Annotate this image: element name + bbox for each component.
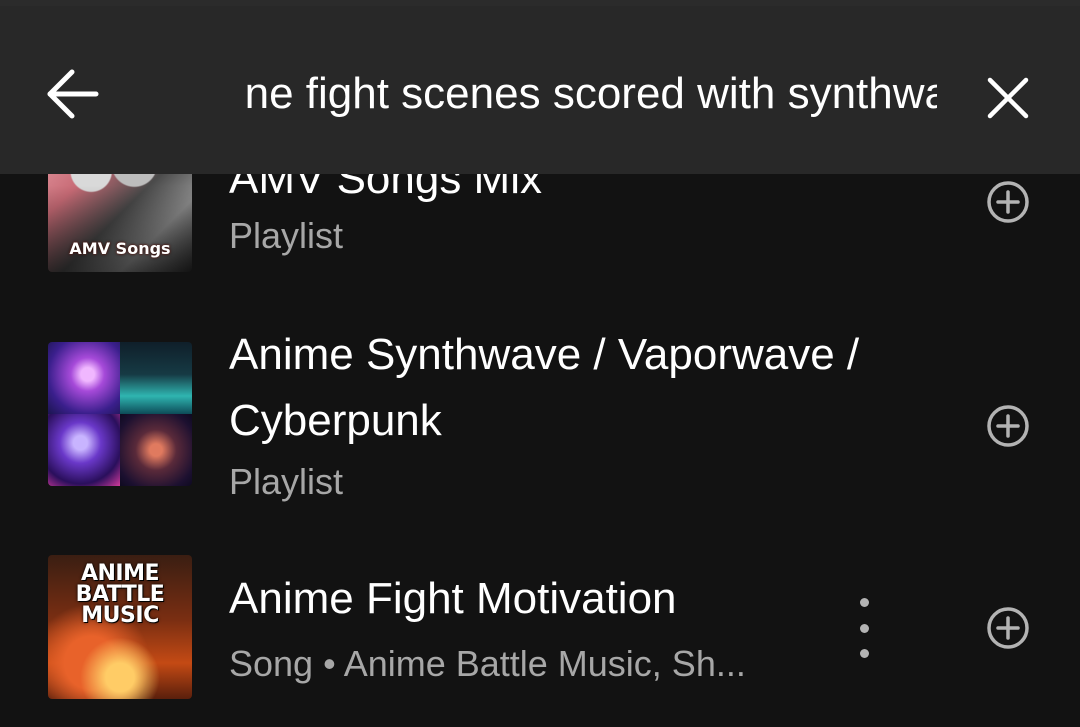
list-item[interactable]: Anime Synthwave / Vaporwave / Cyberpunk …	[0, 300, 1080, 520]
result-title-continued: Cyberpunk	[229, 396, 442, 445]
thumbnail-tile	[120, 414, 192, 486]
result-title: Anime Synthwave / Vaporwave /	[229, 330, 860, 379]
search-query: ne fight scenes scored with synthway	[244, 69, 937, 118]
thumbnail-tile	[48, 342, 120, 414]
thumbnail-tile	[48, 414, 120, 486]
playlist-thumbnail	[48, 342, 192, 486]
song-thumbnail: ANIME BATTLE MUSIC	[48, 555, 192, 699]
result-subtitle: Song • Anime Battle Music, Sh...	[229, 643, 746, 684]
search-header: ne fight scenes scored with synthway	[0, 6, 1080, 174]
dot	[859, 598, 869, 607]
thumbnail-tile	[120, 342, 192, 414]
arrow-left-icon	[47, 69, 99, 119]
clear-search-button[interactable]	[968, 58, 1048, 138]
thumbnail-label: ANIME BATTLE MUSIC	[75, 561, 165, 628]
more-vertical-icon[interactable]	[846, 598, 882, 658]
thumbnail-label: AMV Songs	[69, 239, 171, 258]
list-item[interactable]: ANIME BATTLE MUSIC Anime Fight Motivatio…	[0, 540, 1080, 727]
search-input[interactable]: ne fight scenes scored with synthway	[143, 62, 937, 126]
result-subtitle: Playlist	[229, 215, 344, 256]
close-icon	[987, 77, 1029, 119]
back-button[interactable]	[32, 58, 112, 130]
plus-circle-icon[interactable]	[984, 402, 1032, 450]
plus-circle-icon[interactable]	[984, 604, 1032, 652]
result-subtitle: Playlist	[229, 461, 344, 502]
dot	[859, 623, 869, 633]
dot	[859, 649, 869, 658]
plus-circle-icon[interactable]	[984, 178, 1032, 226]
result-title: Anime Fight Motivation	[229, 574, 677, 623]
